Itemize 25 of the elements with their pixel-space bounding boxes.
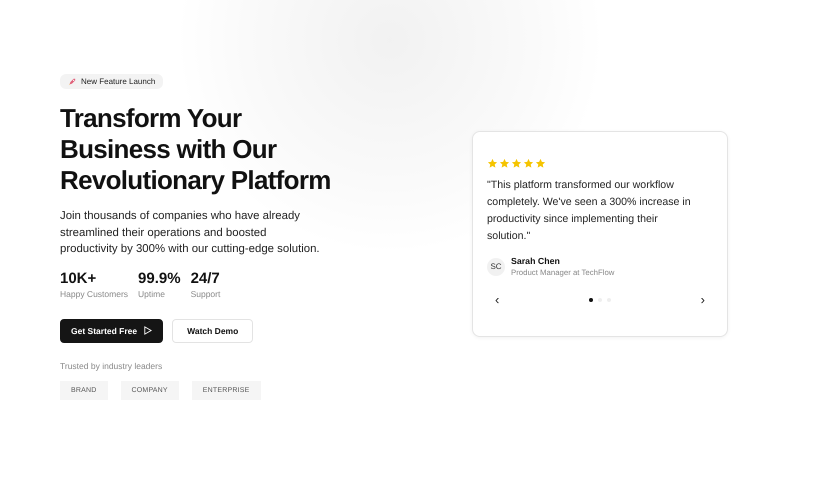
- description: Join thousands of companies who have already streamlined their operations and boosted productivity by 300% with our cutting-edge solution.: [60, 209, 321, 257]
- headline: Transform Your Business with Our Revolutionary Platform: [60, 103, 332, 196]
- stat-value: 10K+: [60, 270, 98, 288]
- star-icon: [535, 158, 546, 169]
- previous-button[interactable]: ‹: [491, 294, 504, 306]
- feature-badge: New Feature Launch: [60, 74, 164, 89]
- watch-demo-button[interactable]: Watch Demo: [172, 318, 254, 342]
- get-started-button[interactable]: Get Started Free: [60, 318, 164, 342]
- testimonial-quote: "This platform transformed our workflow completely. We've seen a 300% increase in productivity since implementing their solution.": [487, 178, 692, 244]
- star-icon: [511, 158, 522, 169]
- stat-label: Support: [190, 288, 220, 298]
- stat-value: 99.9%: [138, 270, 181, 288]
- star-icon: [499, 158, 510, 169]
- play-icon: [143, 326, 152, 335]
- avatar: SC: [487, 258, 505, 276]
- carousel-dot[interactable]: [589, 298, 593, 302]
- author-name: Sarah Chen: [511, 256, 561, 266]
- stat-value: 24/7: [190, 270, 220, 288]
- star-icon: [523, 158, 534, 169]
- rocket-icon: [68, 78, 76, 86]
- stat-label: Uptime: [138, 288, 166, 298]
- next-button[interactable]: ›: [696, 294, 709, 306]
- stat-label: Happy Customers: [60, 288, 128, 298]
- trusted-label: Trusted by industry leaders: [60, 360, 162, 370]
- star-icon: [487, 158, 498, 169]
